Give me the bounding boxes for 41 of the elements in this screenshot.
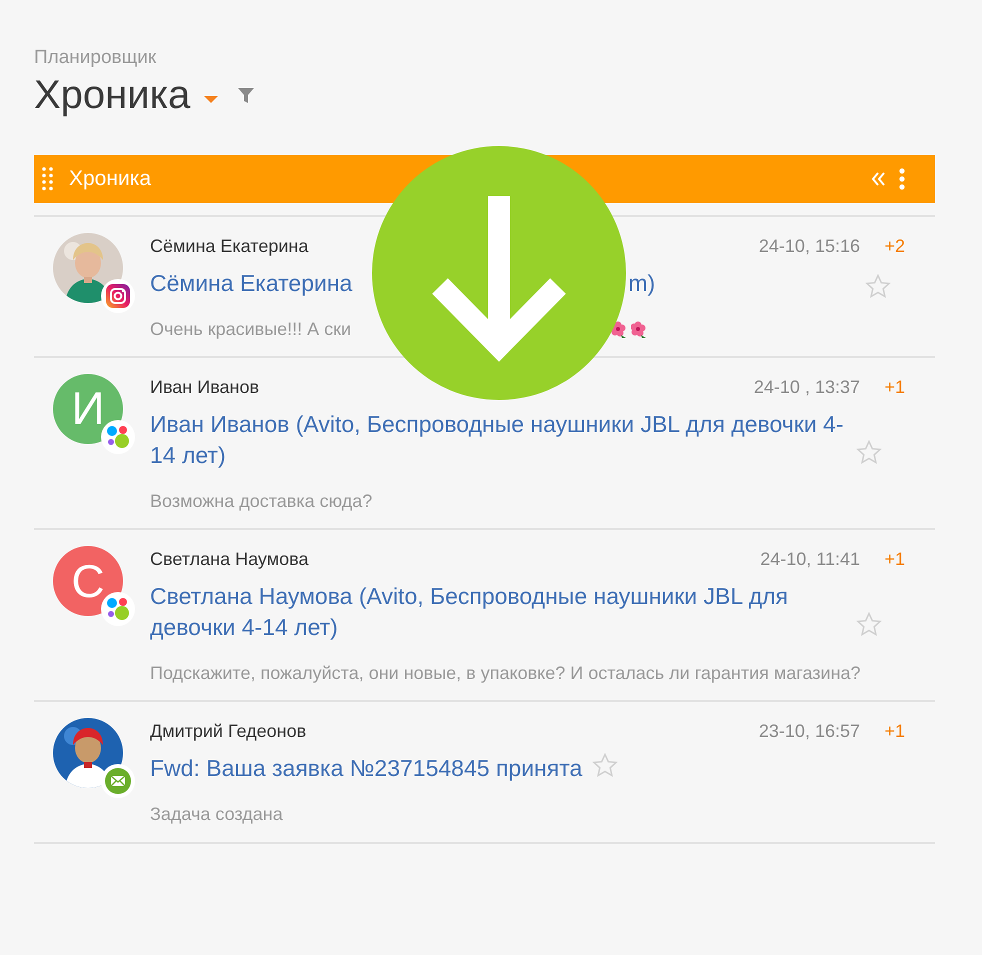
timestamp: 24-10 , 13:37 [754,376,860,399]
message-preview: Подскажите, пожалуйста, они новые, в упаковке? И осталась ли гарантия магазина? [150,663,861,684]
drag-handle-icon[interactable] [42,166,53,190]
task-title[interactable]: Сёмина Екатерина [150,270,352,296]
message-count: +1 [883,376,905,399]
timestamp: 24-10, 11:41 [760,548,860,572]
more-icon[interactable] [899,168,905,190]
filter-icon[interactable] [238,88,254,103]
flower-icon [631,320,648,339]
page-subtitle: Планировщик [34,46,158,70]
author-name: Сёмина Екатерина [150,234,310,258]
collapse-icon[interactable] [871,172,885,186]
author-name: Дмитрий Гедеонов [150,720,308,744]
message-count: +2 [883,234,905,258]
star-icon[interactable] [592,753,618,778]
author-name: Светлана Наумова [150,548,310,572]
caret-icon[interactable] [204,96,218,103]
star-icon[interactable] [856,612,882,638]
task-title[interactable]: Иван Иванов (Avito, Беспроводные наушники JBL для девочки 4-14 лет) [150,408,846,471]
message-preview: Очень красивые!!! А ски [150,318,352,339]
message-count: +1 [883,548,905,572]
avatar: И [53,374,123,444]
avatar: С [53,546,123,616]
message-preview: Задача создана [150,804,283,824]
download-icon[interactable] [372,146,626,400]
timestamp: 23-10, 16:57 [758,720,860,744]
page-title: Хроника [34,72,190,116]
email-icon [105,768,131,794]
star-icon[interactable] [856,440,882,465]
avito-icon [105,424,131,450]
task-title[interactable]: Светлана Наумова (Avito, Беспроводные наушники JBL для девочки 4-14 лет) [150,581,846,644]
avito-icon [105,596,131,622]
author-name: Иван Иванов [150,376,260,399]
panel-title: Хроника [69,166,152,192]
task-title[interactable]: Fwd: Ваша заявка №237154845 принята [150,753,582,784]
star-icon[interactable] [865,274,891,298]
instagram-icon [106,284,130,308]
task-title[interactable]: m) [628,270,656,296]
message-count: +1 [883,720,905,744]
timestamp: 24-10, 15:16 [758,234,860,258]
message-preview: Возможна доставка сюда? [150,490,372,511]
